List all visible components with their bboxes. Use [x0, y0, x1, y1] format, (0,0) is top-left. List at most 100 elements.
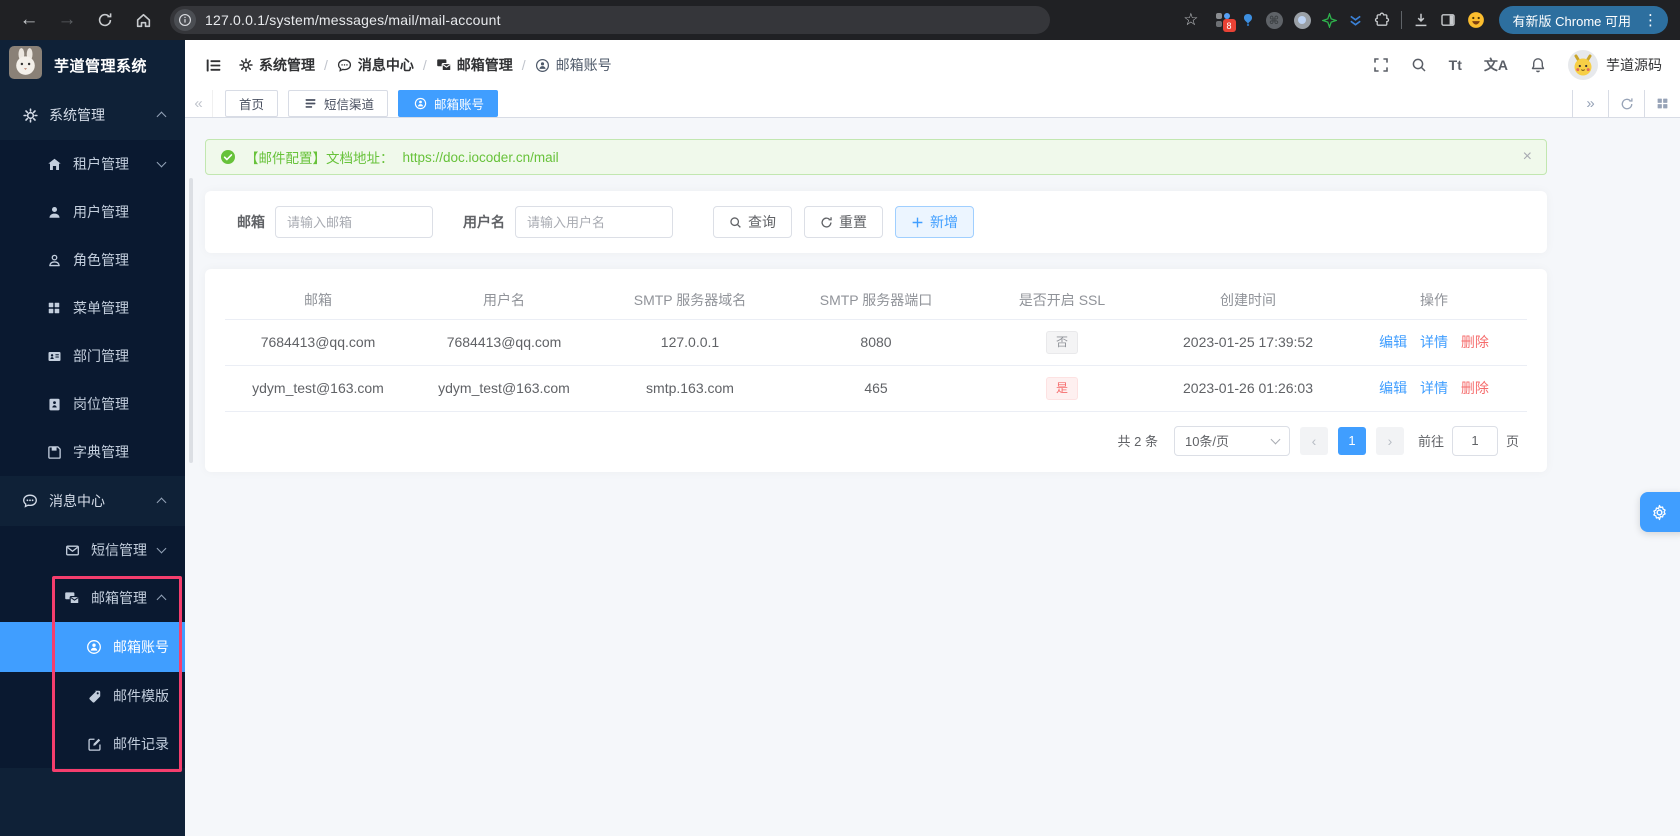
chrome-update-button[interactable]: 有新版 Chrome 可用 ⋮ — [1498, 6, 1668, 34]
search-icon[interactable] — [1411, 57, 1427, 73]
sidebar-item-message-center[interactable]: 消息中心 — [0, 476, 185, 526]
goto-label: 前往 — [1417, 434, 1444, 449]
username-input[interactable] — [515, 206, 673, 238]
browser-home-icon[interactable] — [128, 5, 158, 35]
browser-refresh-icon[interactable] — [90, 5, 120, 35]
sidebar-item-mail-template[interactable]: 邮件模版 — [0, 672, 185, 720]
sidebar-item-user[interactable]: 用户管理 — [0, 188, 185, 236]
extension-circle-icon[interactable] — [1293, 11, 1311, 29]
profile-emoji-icon[interactable] — [1467, 11, 1485, 29]
sidebar-item-label: 消息中心 — [49, 493, 105, 509]
col-header-actions: 操作 — [1341, 281, 1527, 320]
goto-page-input[interactable] — [1451, 425, 1498, 456]
reset-button-label: 重置 — [839, 214, 867, 230]
sidebar-item-mail-log[interactable]: 邮件记录 — [0, 720, 185, 768]
reset-button[interactable]: 重置 — [804, 206, 883, 238]
message-submenu: 短信管理 邮箱管理 邮箱账号 邮件模版 邮件记录 — [0, 526, 185, 768]
breadcrumb-label: 邮箱账号 — [555, 57, 612, 73]
tab-home[interactable]: 首页 — [225, 90, 279, 117]
toolbar-divider — [1400, 11, 1402, 29]
sidebar-item-system[interactable]: 系统管理 — [0, 90, 185, 140]
gear-icon — [238, 58, 254, 72]
chrome-update-label: 有新版 Chrome 可用 — [1512, 13, 1631, 29]
language-icon[interactable]: 文A — [1484, 55, 1508, 75]
address-bar[interactable]: 127.0.0.1/system/messages/mail/mail-acco… — [170, 6, 1050, 34]
col-header-created: 创建时间 — [1155, 281, 1341, 320]
table-row[interactable]: 7684413@qq.com 7684413@qq.com 127.0.0.1 … — [225, 319, 1527, 366]
edit-link[interactable]: 编辑 — [1379, 380, 1407, 396]
refresh-icon — [820, 216, 833, 229]
sidebar-item-role[interactable]: 角色管理 — [0, 236, 185, 284]
col-header-ssl: 是否开启 SSL — [969, 281, 1155, 320]
bookmark-star-icon[interactable]: ☆ — [1183, 10, 1198, 30]
close-icon[interactable]: × — [1523, 148, 1532, 166]
layout-grid-icon[interactable] — [1644, 90, 1680, 117]
sidebar-item-mail-account[interactable]: 邮箱账号 — [0, 622, 185, 672]
sidebar-item-dict[interactable]: 字典管理 — [0, 428, 185, 476]
breadcrumb-separator: / — [521, 57, 526, 73]
tags-scroll-left-icon[interactable]: « — [185, 90, 213, 117]
page-size-select[interactable]: 10条/页 — [1173, 425, 1290, 456]
extension-cmd-icon[interactable]: ⌘ — [1265, 11, 1283, 29]
delete-link[interactable]: 删除 — [1461, 380, 1489, 396]
tags-refresh-icon[interactable] — [1608, 90, 1644, 117]
cell-smtp-host: smtp.163.com — [597, 365, 783, 412]
delete-link[interactable]: 删除 — [1461, 334, 1489, 350]
sidebar-item-dept[interactable]: 部门管理 — [0, 332, 185, 380]
table-row[interactable]: ydym_test@163.com ydym_test@163.com smtp… — [225, 365, 1527, 412]
sidebar-item-label: 短信管理 — [91, 542, 147, 558]
email-input[interactable] — [275, 206, 433, 238]
extension-chevrons-icon[interactable] — [1348, 13, 1363, 28]
grid-icon — [46, 301, 62, 315]
sidebar-item-mail-management[interactable]: 邮箱管理 — [0, 574, 185, 622]
browser-forward-icon[interactable]: → — [52, 5, 82, 35]
next-page-button[interactable]: › — [1375, 426, 1404, 455]
sidebar-item-sms[interactable]: 短信管理 — [0, 526, 185, 574]
tab-sms-channel[interactable]: 短信渠道 — [288, 90, 389, 117]
user-menu[interactable]: 芋道源码 — [1568, 50, 1662, 80]
extensions-puzzle-icon[interactable] — [1374, 12, 1390, 28]
site-info-icon[interactable] — [174, 9, 196, 31]
page-1-button[interactable]: 1 — [1337, 426, 1366, 455]
app-header: 系统管理 / 消息中心 / 邮箱管理 / 邮箱账号 Tt 文A 芋道源码 — [185, 40, 1680, 90]
side-panel-icon[interactable] — [1440, 12, 1456, 28]
chevron-up-icon — [156, 594, 167, 605]
breadcrumb-item-system[interactable]: 系统管理 — [238, 55, 315, 75]
fullscreen-icon[interactable] — [1373, 57, 1389, 73]
detail-link[interactable]: 详情 — [1420, 334, 1448, 350]
sidebar-item-label: 邮箱账号 — [113, 639, 169, 655]
mail-account-icon — [86, 639, 102, 655]
query-button[interactable]: 查询 — [713, 206, 792, 238]
extension-balloon-icon[interactable] — [1241, 13, 1255, 27]
alert-doc-link[interactable]: https://doc.iocoder.cn/mail — [403, 150, 559, 165]
scrollbar-thumb[interactable] — [189, 178, 193, 463]
breadcrumb-item-mail-management[interactable]: 邮箱管理 — [436, 55, 513, 75]
tags-scroll-right-icon[interactable]: » — [1572, 90, 1608, 117]
detail-link[interactable]: 详情 — [1420, 380, 1448, 396]
cell-ssl: 否 — [969, 319, 1155, 366]
sms-channel-icon — [302, 97, 318, 110]
browser-back-icon[interactable]: ← — [14, 5, 44, 35]
sidebar-item-tenant[interactable]: 租户管理 — [0, 140, 185, 188]
extension-blocks-icon[interactable]: 8 — [1215, 13, 1236, 32]
mail-account-table: 邮箱 用户名 SMTP 服务器域名 SMTP 服务器端口 是否开启 SSL 创建… — [225, 281, 1527, 412]
add-button[interactable]: 新增 — [895, 206, 974, 238]
edit-link[interactable]: 编辑 — [1379, 334, 1407, 350]
prev-page-button[interactable]: ‹ — [1299, 426, 1328, 455]
browser-menu-icon[interactable]: ⋮ — [1639, 11, 1662, 29]
sidebar-item-post[interactable]: 岗位管理 — [0, 380, 185, 428]
header-actions: Tt 文A 芋道源码 — [1373, 50, 1662, 80]
downloads-icon[interactable] — [1413, 12, 1429, 28]
app-title: 芋道管理系统 — [54, 57, 148, 75]
bell-icon[interactable] — [1530, 57, 1546, 73]
logo-row[interactable]: 芋道管理系统 — [0, 40, 185, 90]
sidebar-item-menu[interactable]: 菜单管理 — [0, 284, 185, 332]
extension-star-icon[interactable] — [1321, 12, 1337, 28]
font-size-icon[interactable]: Tt — [1449, 57, 1462, 73]
menu-fold-icon[interactable] — [205, 57, 222, 74]
settings-drawer-button[interactable] — [1640, 492, 1680, 532]
tab-mail-account[interactable]: 邮箱账号 — [398, 90, 499, 117]
user-filled-icon — [46, 205, 62, 220]
chevron-up-icon — [156, 111, 167, 122]
breadcrumb-item-message[interactable]: 消息中心 — [337, 55, 414, 75]
